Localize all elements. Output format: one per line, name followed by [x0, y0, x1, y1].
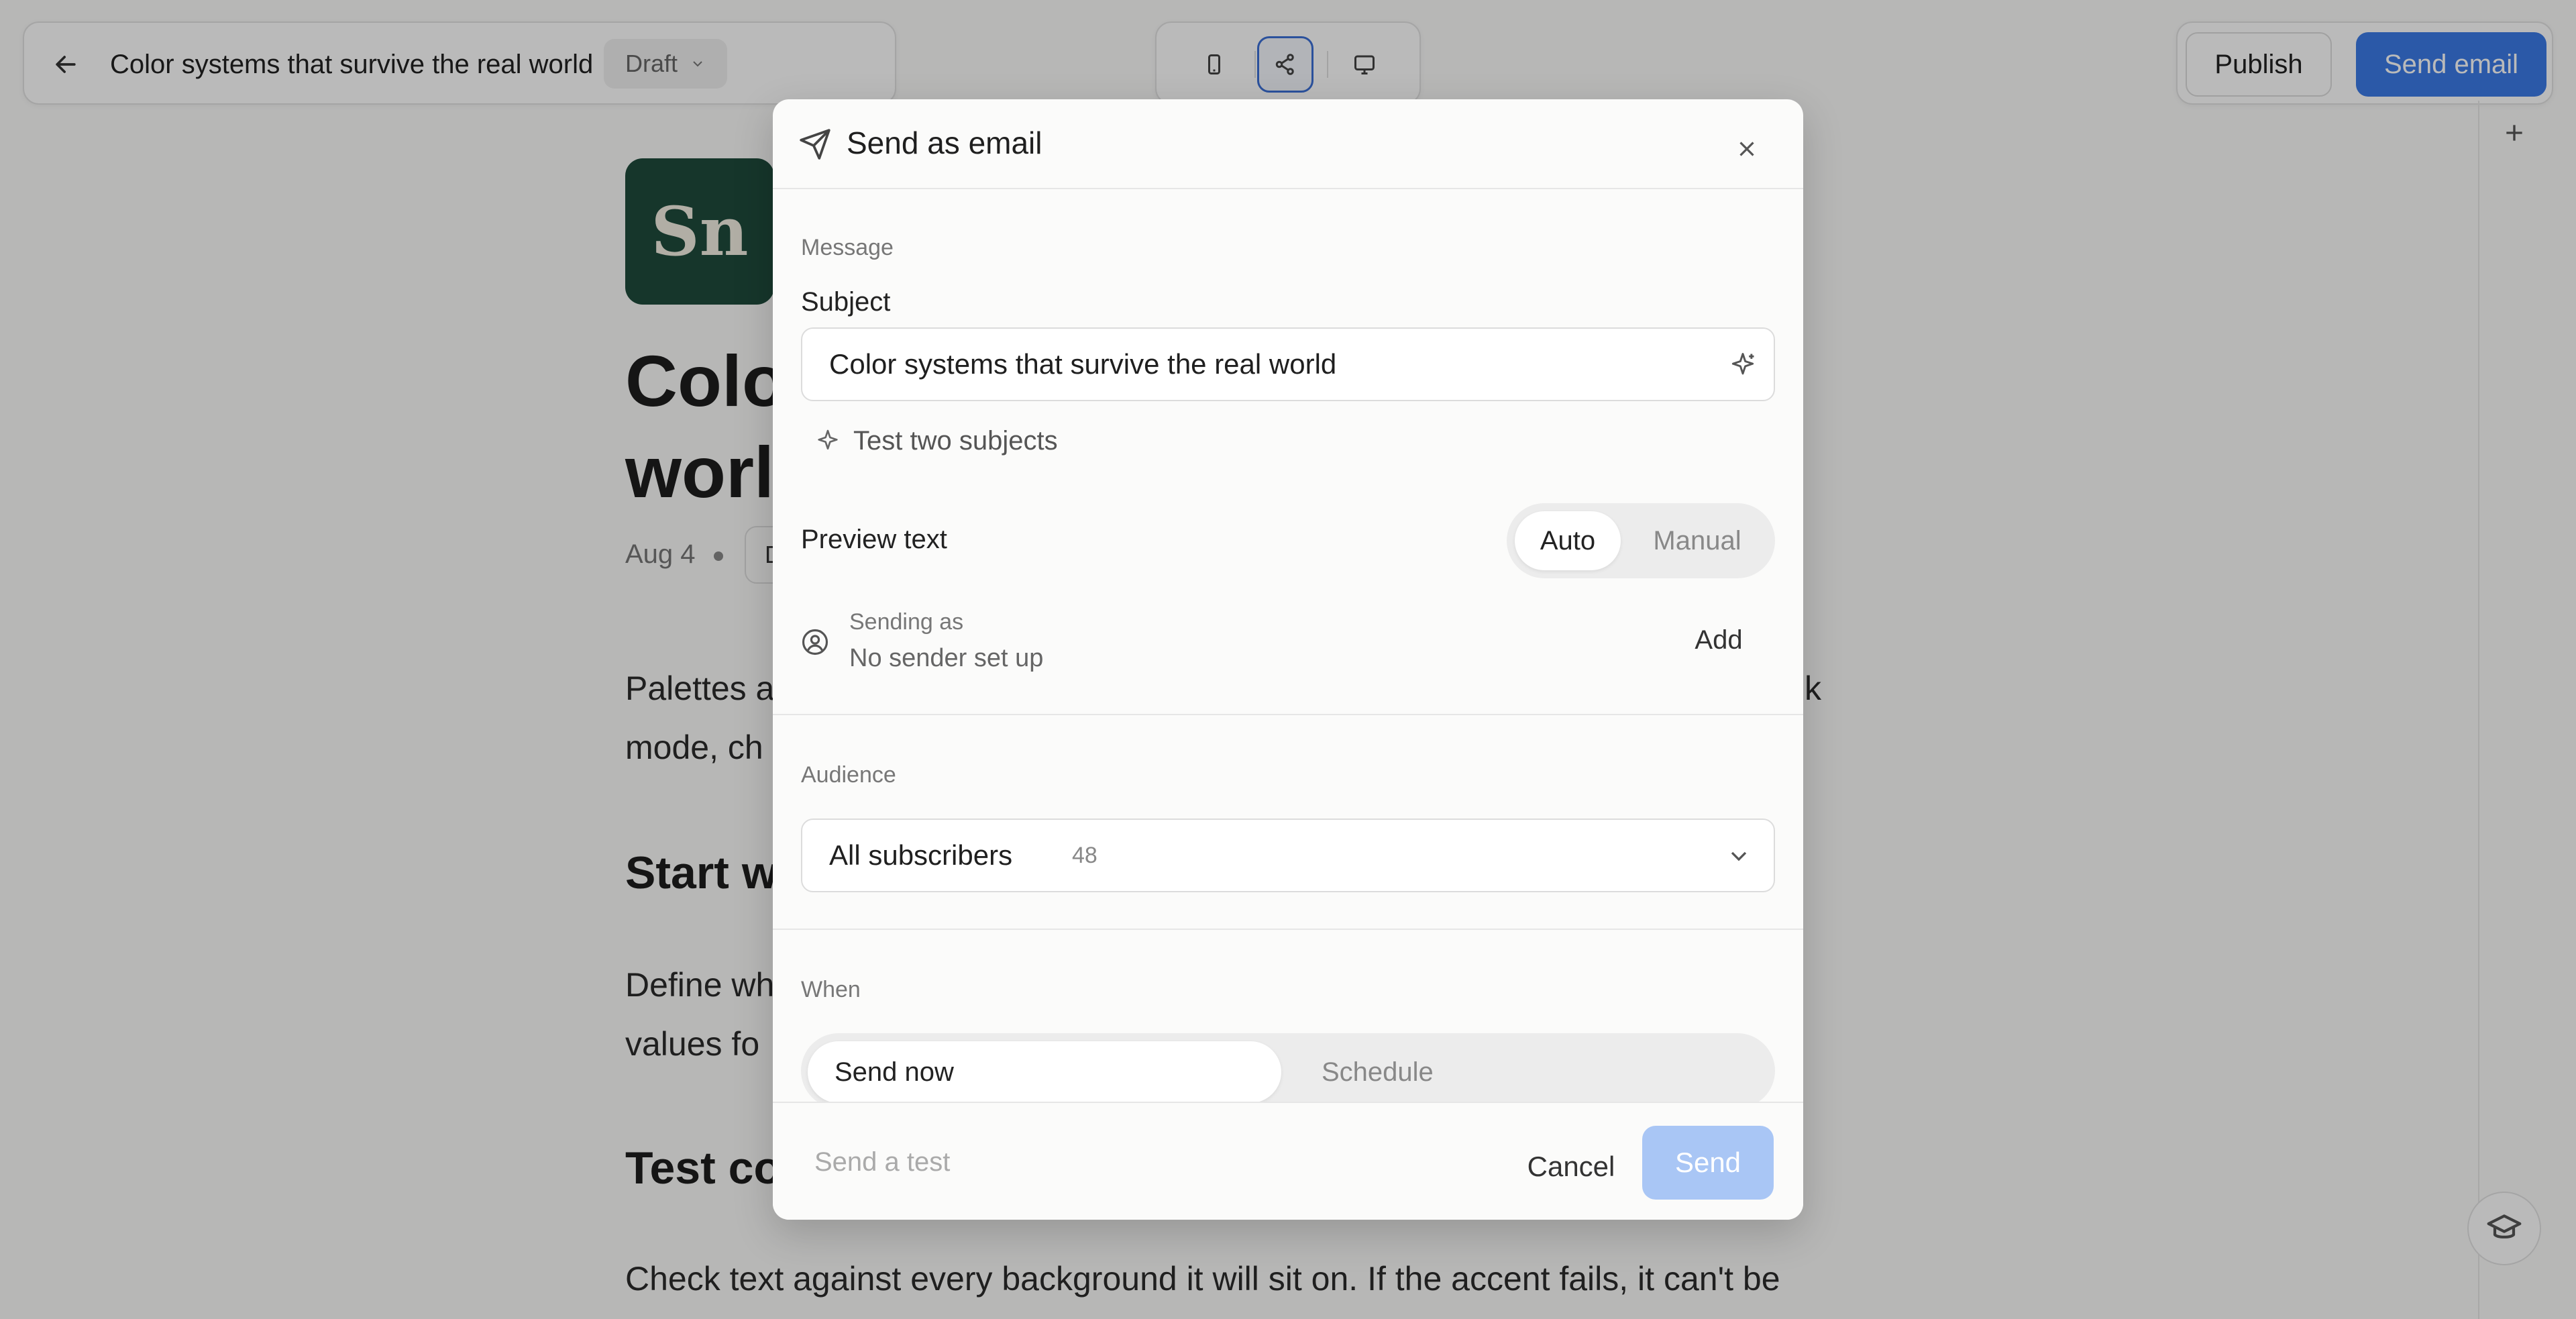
send-test-button[interactable]: Send a test	[814, 1103, 950, 1220]
audience-value: All subscribers	[829, 839, 1013, 871]
divider	[773, 714, 1803, 715]
audience-section-label: Audience	[801, 762, 896, 788]
sparkle-icon	[1731, 353, 1754, 375]
sender-value: No sender set up	[849, 644, 1044, 672]
chevron-down-icon	[1731, 851, 1747, 861]
paper-plane-icon	[800, 129, 830, 160]
sparkle-icon	[818, 429, 838, 450]
preview-text-toggle: Auto Manual	[1507, 503, 1775, 578]
test-two-subjects-button[interactable]: Test two subjects	[814, 417, 1058, 464]
when-section-label: When	[801, 977, 861, 1002]
modal-title: Send as email	[847, 125, 1042, 160]
subject-label: Subject	[801, 287, 891, 317]
add-sender-button[interactable]: Add	[1678, 613, 1759, 667]
schedule-option[interactable]: Schedule	[1295, 1041, 1768, 1103]
subject-value: Color systems that survive the real worl…	[829, 348, 1337, 380]
preview-text-label: Preview text	[801, 525, 947, 554]
audience-count: 48	[1072, 843, 1097, 868]
modal-header: Send as email	[773, 99, 1803, 189]
send-now-option[interactable]: Send now	[808, 1041, 1281, 1103]
preview-manual-option[interactable]: Manual	[1630, 511, 1764, 570]
modal-footer: Send a test Cancel Send	[773, 1102, 1803, 1220]
audience-select[interactable]: All subscribers 48	[801, 819, 1775, 892]
cancel-button[interactable]: Cancel	[1491, 1130, 1652, 1204]
close-button[interactable]	[1725, 127, 1768, 170]
divider	[773, 929, 1803, 930]
subject-input[interactable]: Color systems that survive the real worl…	[801, 327, 1775, 401]
send-email-modal: Send as email Message Subject Color syst…	[773, 99, 1803, 1220]
test-two-subjects-label: Test two subjects	[853, 425, 1058, 456]
close-icon	[1739, 142, 1754, 156]
user-circle-icon	[802, 629, 828, 655]
preview-auto-option[interactable]: Auto	[1515, 511, 1621, 570]
when-toggle: Send now Schedule	[801, 1033, 1775, 1108]
message-section-label: Message	[801, 235, 894, 260]
sending-as-label: Sending as	[849, 609, 964, 635]
send-button[interactable]: Send	[1642, 1126, 1774, 1200]
